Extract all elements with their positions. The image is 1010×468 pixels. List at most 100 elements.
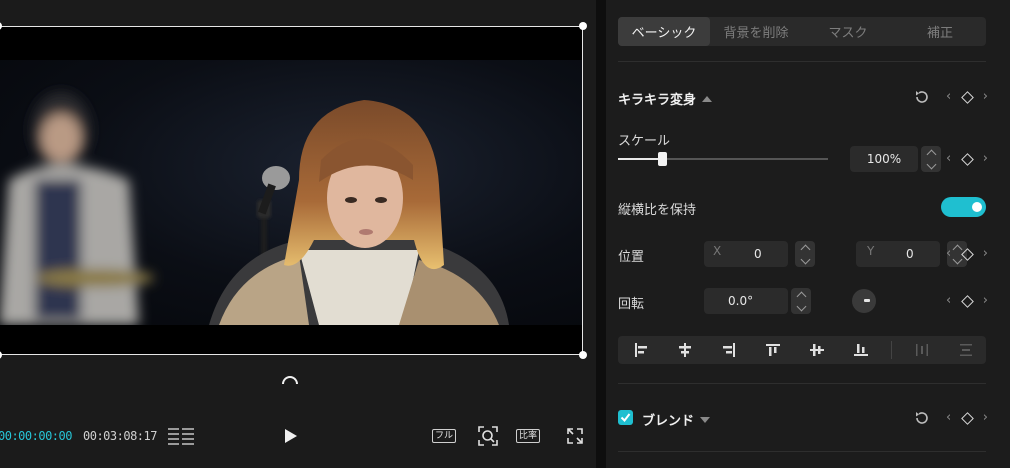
rotate-handle[interactable]: [282, 376, 298, 384]
keep-ratio-toggle[interactable]: [941, 197, 986, 217]
position-x-stepper[interactable]: [795, 241, 815, 267]
reset-icon[interactable]: [914, 410, 930, 426]
align-left-button[interactable]: [621, 336, 661, 364]
align-center-horizontal-button[interactable]: [665, 336, 705, 364]
total-duration: 00:03:08:17: [83, 429, 157, 443]
align-bottom-button[interactable]: [841, 336, 881, 364]
resize-handle-top-left[interactable]: [0, 22, 2, 30]
align-middle-vertical-button[interactable]: [797, 336, 837, 364]
fullscreen-label: フル: [432, 429, 457, 443]
transform-section-title: キラキラ変身: [618, 93, 697, 108]
expand-icon: [567, 428, 583, 444]
next-keyframe-icon[interactable]: ›: [983, 151, 988, 167]
align-right-icon: [723, 343, 735, 357]
prev-keyframe-icon[interactable]: ‹: [946, 89, 951, 105]
align-top-icon: [766, 344, 780, 356]
prev-keyframe-icon[interactable]: ‹: [946, 410, 951, 426]
resize-handle-bottom-left[interactable]: [0, 351, 2, 359]
increment-icon[interactable]: [926, 149, 936, 159]
play-button[interactable]: [281, 425, 301, 447]
collapse-caret-icon: [702, 95, 713, 102]
scale-slider-thumb[interactable]: [658, 152, 668, 166]
distribute-vertical-icon: [960, 344, 972, 356]
blend-section-title: ブレンド: [642, 414, 695, 429]
keyframe-diamond-icon[interactable]: [960, 152, 974, 166]
editor-window: 00:00:00:00 00:03:08:17 フル 比率 ベーシック 背景を削…: [0, 0, 1010, 468]
decrement-icon[interactable]: [796, 301, 806, 311]
align-bottom-icon: [854, 344, 868, 356]
grid-list-icon: [168, 428, 194, 445]
player-controls: 00:00:00:00 00:03:08:17 フル 比率: [0, 420, 596, 452]
decrement-icon[interactable]: [800, 254, 810, 264]
blend-section-header[interactable]: ブレンド: [642, 410, 711, 429]
keyframe-diamond-icon[interactable]: [960, 294, 974, 308]
expand-caret-icon: [700, 416, 711, 423]
distribute-horizontal-button[interactable]: [902, 336, 942, 364]
tab-remove-background[interactable]: 背景を削除: [710, 17, 802, 46]
resize-handle-bottom-right[interactable]: [579, 351, 587, 359]
preview-panel: 00:00:00:00 00:03:08:17 フル 比率: [0, 0, 596, 468]
resize-handle-top-right[interactable]: [579, 22, 587, 30]
scale-slider[interactable]: [618, 152, 828, 166]
reset-icon[interactable]: [914, 89, 930, 105]
rotation-value: 0.0°: [728, 294, 754, 308]
tab-basic[interactable]: ベーシック: [618, 17, 710, 46]
tab-mask[interactable]: マスク: [802, 17, 894, 46]
panel-divider[interactable]: [596, 0, 606, 468]
next-keyframe-icon[interactable]: ›: [983, 293, 988, 309]
keyframe-diamond-icon[interactable]: [960, 411, 974, 425]
position-y-field[interactable]: Y 0: [856, 241, 940, 267]
list-view-button[interactable]: [166, 425, 196, 447]
position-keyframe-controls: ‹ ›: [946, 246, 988, 262]
prev-keyframe-icon[interactable]: ‹: [946, 293, 951, 309]
position-y-value: 0: [906, 247, 914, 261]
scale-stepper[interactable]: [921, 146, 941, 172]
zoom-fit-button[interactable]: [477, 425, 499, 447]
fullscreen-label-button[interactable]: フル: [432, 425, 457, 447]
toggle-knob: [972, 202, 982, 212]
scale-slider-fill: [618, 158, 663, 160]
rotation-dial-indicator: [864, 299, 870, 302]
inspector-panel: ベーシック 背景を削除 マスク 補正 キラキラ変身 ‹ › スケール 100%: [606, 0, 1010, 468]
x-axis-label: X: [713, 244, 722, 258]
transform-section-header[interactable]: キラキラ変身: [618, 89, 713, 108]
keep-ratio-label: 縦横比を保持: [618, 203, 697, 218]
aspect-ratio-label: 比率: [516, 429, 541, 443]
rotation-field[interactable]: 0.0°: [704, 288, 788, 314]
next-keyframe-icon[interactable]: ›: [983, 246, 988, 262]
y-axis-label: Y: [867, 244, 875, 258]
keyframe-diamond-icon[interactable]: [960, 90, 974, 104]
distribute-vertical-button[interactable]: [946, 336, 986, 364]
increment-icon[interactable]: [800, 244, 810, 254]
increment-icon[interactable]: [796, 291, 806, 301]
rotation-stepper[interactable]: [791, 288, 811, 314]
next-keyframe-icon[interactable]: ›: [983, 89, 988, 105]
scale-field[interactable]: 100%: [850, 146, 918, 172]
align-top-button[interactable]: [753, 336, 793, 364]
tab-adjust[interactable]: 補正: [894, 17, 986, 46]
position-x-field[interactable]: X 0: [704, 241, 788, 267]
canvas-selection-frame[interactable]: [0, 22, 587, 359]
divider-line: [618, 61, 986, 62]
rotation-dial[interactable]: [852, 289, 876, 313]
blend-keyframe-controls: ‹ ›: [946, 410, 988, 426]
video-frame: [0, 60, 582, 325]
inspector-tabs: ベーシック 背景を削除 マスク 補正: [618, 17, 986, 46]
fullscreen-button[interactable]: [565, 425, 585, 447]
alignment-toolbar: [618, 336, 986, 364]
prev-keyframe-icon[interactable]: ‹: [946, 151, 951, 167]
align-left-icon: [635, 343, 647, 357]
align-right-button[interactable]: [709, 336, 749, 364]
blend-checkbox[interactable]: [618, 410, 633, 425]
scale-label: スケール: [618, 134, 671, 149]
aspect-ratio-button[interactable]: 比率: [516, 425, 541, 447]
scale-value: 100%: [866, 152, 902, 166]
keyframe-diamond-icon[interactable]: [960, 247, 974, 261]
zoom-fit-icon: [478, 426, 498, 446]
next-keyframe-icon[interactable]: ›: [983, 410, 988, 426]
decrement-icon[interactable]: [926, 159, 936, 169]
align-middle-vertical-icon: [810, 344, 824, 356]
divider-line: [618, 383, 986, 384]
prev-keyframe-icon[interactable]: ‹: [946, 246, 951, 262]
position-label: 位置: [618, 250, 645, 265]
